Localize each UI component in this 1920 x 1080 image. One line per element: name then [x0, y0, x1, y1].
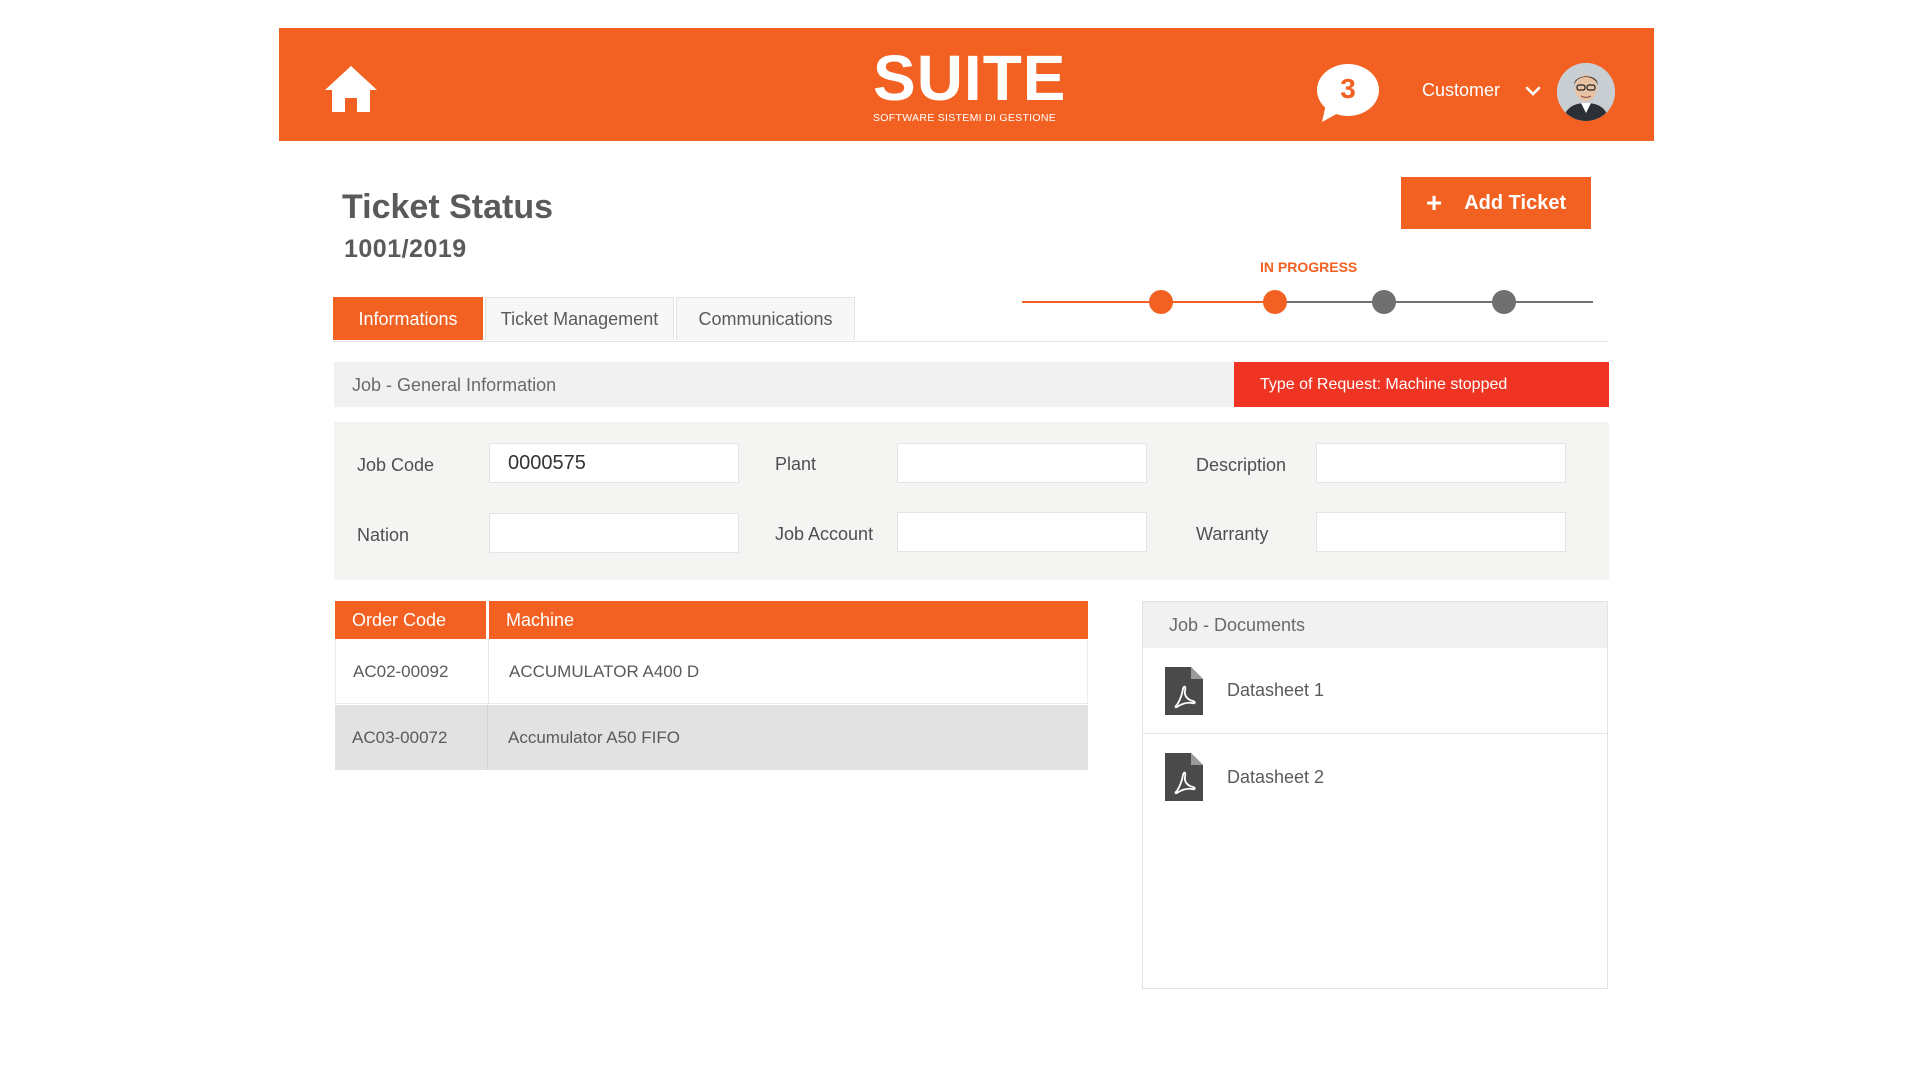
pdf-icon: [1165, 666, 1203, 715]
machine-cell: ACCUMULATOR A400 D: [509, 661, 700, 681]
brand-name: SUITE: [873, 42, 1067, 114]
brand-tagline: SOFTWARE SISTEMI DI GESTIONE: [873, 112, 1057, 124]
tab-communications[interactable]: Communications: [676, 297, 855, 340]
user-role-label[interactable]: Customer: [1422, 78, 1500, 102]
document-item[interactable]: Datasheet 1: [1143, 648, 1607, 734]
user-avatar-image: [1557, 63, 1615, 121]
job-info-form: Job Code Plant Description Nation Job Ac…: [334, 422, 1609, 580]
document-name: Datasheet 1: [1227, 680, 1325, 700]
description-field[interactable]: [1316, 443, 1566, 483]
machine-cell: Accumulator A50 FIFO: [508, 727, 680, 747]
add-ticket-button[interactable]: + Add Ticket: [1401, 177, 1591, 229]
home-icon[interactable]: [323, 64, 379, 114]
section-title: Job - General Information: [352, 375, 557, 395]
ticket-number: 1001/2019: [344, 235, 467, 263]
request-type-badge: Type of Request: Machine stopped: [1234, 362, 1609, 407]
column-header-machine[interactable]: Machine: [489, 601, 1088, 639]
plant-label: Plant: [775, 454, 817, 474]
job-code-field[interactable]: [489, 443, 739, 483]
plant-field[interactable]: [897, 443, 1147, 483]
document-name: Datasheet 2: [1227, 766, 1325, 787]
pdf-icon: [1165, 753, 1203, 801]
nation-label: Nation: [357, 525, 410, 545]
add-ticket-label: Add Ticket: [1464, 191, 1567, 214]
job-account-field[interactable]: [897, 512, 1147, 552]
page-title: Ticket Status: [342, 188, 554, 226]
chevron-down-icon[interactable]: [1524, 82, 1542, 100]
tab-informations[interactable]: Informations: [333, 297, 483, 340]
warranty-field[interactable]: [1316, 512, 1566, 552]
warranty-label: Warranty: [1196, 524, 1269, 544]
plus-icon: +: [1425, 187, 1443, 218]
description-label: Description: [1196, 455, 1287, 475]
tab-bar: Informations Ticket Management Communica…: [333, 297, 1608, 342]
order-code-cell: AC02-00092: [336, 639, 489, 704]
progress-current-label: IN PROGRESS: [1260, 259, 1358, 275]
order-code-cell: AC03-00072: [335, 705, 488, 770]
avatar[interactable]: [1557, 63, 1615, 121]
table-row[interactable]: AC02-00092 ACCUMULATOR A400 D: [335, 639, 1088, 704]
brand-logo: SUITE SOFTWARE SISTEMI DI GESTIONE: [873, 42, 1067, 124]
job-account-label: Job Account: [775, 524, 874, 544]
nation-field[interactable]: [489, 513, 739, 553]
column-header-order-code[interactable]: Order Code: [335, 601, 486, 639]
documents-title: Job - Documents: [1143, 602, 1607, 648]
job-code-label: Job Code: [357, 455, 435, 475]
table-row[interactable]: AC03-00072 Accumulator A50 FIFO: [335, 705, 1088, 770]
tab-ticket-management[interactable]: Ticket Management: [485, 297, 674, 340]
notification-count: 3: [1340, 73, 1356, 104]
document-item[interactable]: Datasheet 2: [1143, 734, 1607, 820]
documents-panel: Job - Documents Datasheet 1 Datasheet 2: [1142, 601, 1608, 989]
